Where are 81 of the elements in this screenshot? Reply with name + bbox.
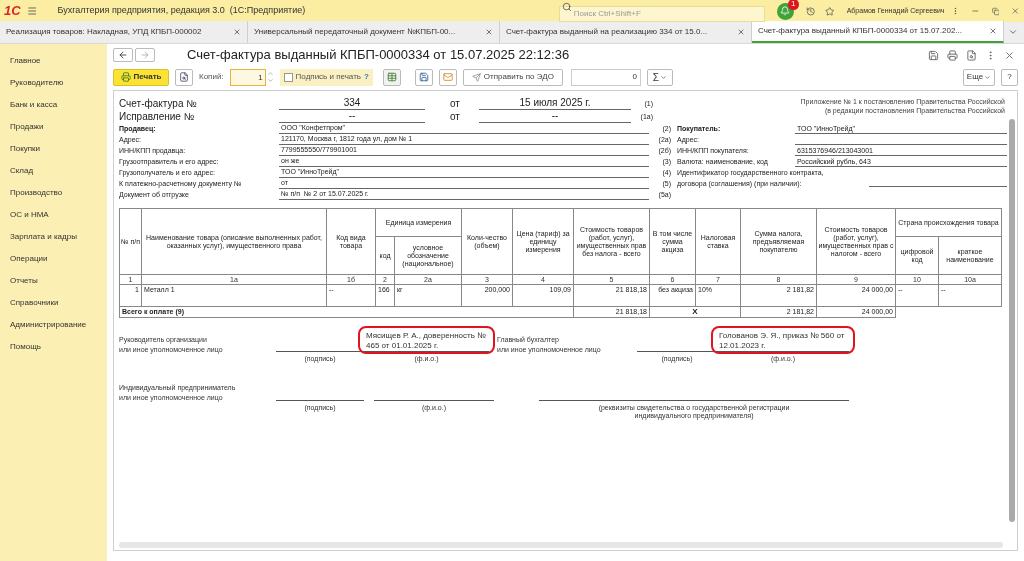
document-label: Исправление № xyxy=(119,111,196,123)
sidebar-item[interactable]: Администрирование xyxy=(0,314,107,336)
print-icon[interactable] xyxy=(947,49,958,61)
help-link[interactable]: ? xyxy=(364,71,369,83)
save-button[interactable] xyxy=(414,68,433,86)
invoice-number: 334 xyxy=(279,97,425,110)
table-cell: Х xyxy=(649,306,741,318)
arrow-left-icon xyxy=(118,50,128,60)
printer-icon xyxy=(120,72,131,82)
sidebar-item[interactable]: Покупки xyxy=(0,138,107,160)
search-icon xyxy=(561,2,572,12)
from-label: от xyxy=(449,111,461,123)
horizontal-scrollbar[interactable] xyxy=(119,542,1003,548)
mail-icon xyxy=(442,72,453,82)
back-button[interactable] xyxy=(113,48,133,62)
window-title: Бухгалтерия предприятия, редакция 3.0 (1С:Предприятие) xyxy=(57,4,307,18)
close-icon[interactable] xyxy=(485,28,493,36)
sidebar-item[interactable]: Банк и касса xyxy=(0,94,107,116)
document-tab[interactable]: Счет-фактура выданный КПБП-0000334 от 15.07.202... xyxy=(752,21,1004,43)
sidebar-item[interactable]: Продажи xyxy=(0,116,107,138)
table-icon xyxy=(386,72,397,82)
sidebar-item[interactable]: Справочники xyxy=(0,292,107,314)
copies-label: Копий: xyxy=(199,71,224,83)
caret-icon xyxy=(984,73,992,81)
sidebar-item[interactable]: Операции xyxy=(0,248,107,270)
search-field[interactable]: Поиск Ctrl+Shift+F xyxy=(558,5,765,22)
sidebar-item[interactable]: Руководителю xyxy=(0,72,107,94)
menu-icon[interactable] xyxy=(27,5,38,17)
increment-icon[interactable] xyxy=(266,70,274,77)
history-icon[interactable] xyxy=(805,5,816,17)
document-tab[interactable]: Реализация товаров: Накладная, УПД КПБП-000002 xyxy=(0,21,248,43)
decrement-icon[interactable] xyxy=(266,77,274,84)
close-icon[interactable] xyxy=(233,28,241,36)
sidebar-item[interactable]: ОС и НМА xyxy=(0,204,107,226)
forward-button[interactable] xyxy=(135,48,155,62)
close-icon[interactable] xyxy=(737,28,745,36)
sidebar-item[interactable]: Склад xyxy=(0,160,107,182)
save-icon[interactable] xyxy=(928,49,939,61)
notification-badge: 1 xyxy=(787,0,799,10)
more-button[interactable]: Еще xyxy=(963,68,995,86)
signer-name: Мясищев Р. А., доверенность № 465 от 01.01.2025 г. xyxy=(366,331,487,351)
signer-name: Голованов Э. Я., приказ № 560 от 12.01.2023 г. xyxy=(719,331,846,351)
sign-and-print-checkbox[interactable] xyxy=(283,72,293,82)
preview-button[interactable] xyxy=(175,68,193,86)
invoice-number: -- xyxy=(279,110,425,123)
arrow-right-icon xyxy=(140,50,150,60)
close-icon[interactable] xyxy=(989,27,997,35)
document-tab[interactable]: Универсальный передаточный документ №КПБП-00... xyxy=(248,21,500,43)
document-tab[interactable]: Счет-фактура выданный на реализацию 334 от 15.0... xyxy=(500,21,752,43)
amount-field[interactable]: 0 xyxy=(570,68,641,86)
save-icon xyxy=(418,72,429,82)
preview-icon xyxy=(179,72,189,82)
help-button[interactable]: ? xyxy=(1001,68,1018,86)
send-icon xyxy=(471,72,481,82)
sum-button[interactable]: Σ xyxy=(646,68,673,86)
send-edo-button[interactable]: Отправить по ЭДО xyxy=(462,68,563,86)
sidebar-item[interactable]: Главное xyxy=(0,50,107,72)
favorites-icon[interactable] xyxy=(825,5,835,17)
caret-icon xyxy=(659,73,667,81)
invoice-date: -- xyxy=(479,110,631,123)
close-icon[interactable] xyxy=(1011,6,1020,16)
print-button[interactable]: Печать xyxy=(113,68,169,86)
sidebar-item[interactable]: Помощь xyxy=(0,336,107,358)
app-logo[interactable]: 1С xyxy=(4,1,22,21)
form-title: Счет-фактура выданный КПБП-0000334 от 15.07.2025 22:12:36 xyxy=(187,46,571,65)
vertical-scrollbar[interactable] xyxy=(1009,119,1015,522)
tabs-list-icon[interactable] xyxy=(1008,27,1018,37)
mail-button[interactable] xyxy=(438,68,457,86)
notification-button[interactable] xyxy=(776,2,794,20)
preview-icon[interactable] xyxy=(966,49,977,61)
sidebar-item[interactable]: Отчеты xyxy=(0,270,107,292)
checkbox-label[interactable]: Подпись и печать xyxy=(295,71,361,83)
document-label: Счет-фактура № xyxy=(119,98,198,110)
invoice-date: 15 июля 2025 г. xyxy=(479,97,631,110)
sidebar-item[interactable]: Производство xyxy=(0,182,107,204)
restore-icon[interactable] xyxy=(991,6,1000,16)
close-icon[interactable] xyxy=(1004,49,1015,61)
sidebar-item[interactable]: Зарплата и кадры xyxy=(0,226,107,248)
from-label: от xyxy=(449,98,461,110)
copies-field[interactable]: 1 xyxy=(229,68,266,86)
spreadsheet-button[interactable] xyxy=(382,68,401,86)
